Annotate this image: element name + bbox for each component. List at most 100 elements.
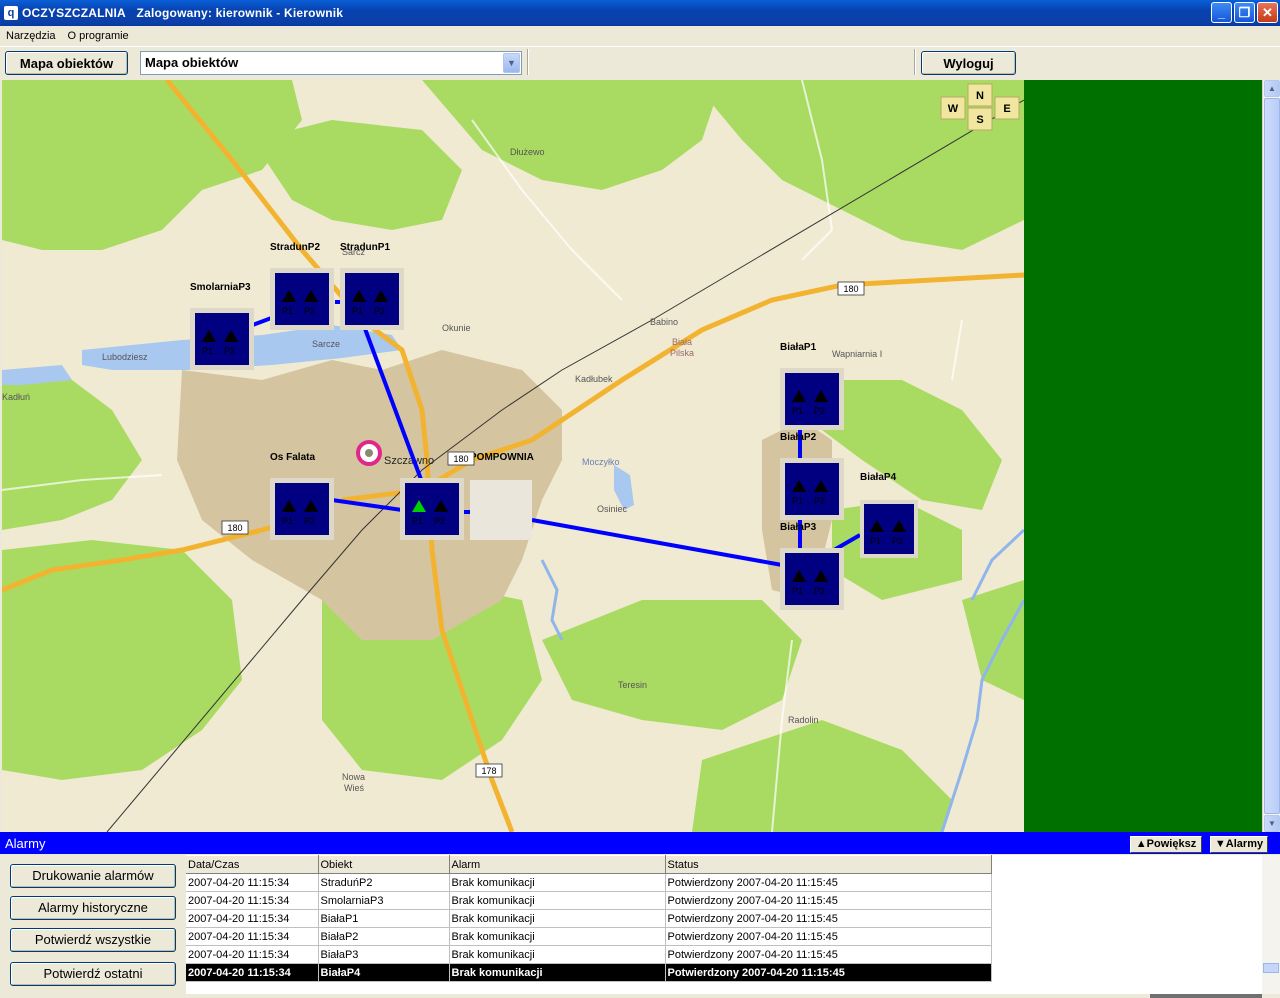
- place-label: Kadłuń: [2, 392, 30, 402]
- bottom-edge: [0, 994, 1280, 998]
- logout-button[interactable]: Wyloguj: [921, 51, 1016, 75]
- pump-station-label: POMPOWNIA: [470, 452, 534, 463]
- map-objects-button[interactable]: Mapa obiektów: [5, 51, 128, 75]
- place-label: Wapniarnia I: [832, 349, 882, 359]
- cell-datetime: 2007-04-20 11:15:34: [186, 945, 319, 964]
- table-row[interactable]: 2007-04-20 11:15:34 BiałaP2 Brak komunik…: [186, 927, 992, 946]
- station-label: SmolarniaP3: [190, 282, 251, 293]
- table-row[interactable]: 2007-04-20 11:15:34 StraduńP2 Brak komun…: [186, 873, 992, 892]
- pump-p2-label: P2: [434, 516, 445, 526]
- confirm-all-button[interactable]: Potwierdź wszystkie: [10, 928, 176, 952]
- compass-east-label: E: [1003, 103, 1010, 115]
- pump-p2-label: P2: [892, 536, 903, 546]
- alarm-table[interactable]: Data/Czas Obiekt Alarm Status 2007-04-20…: [186, 855, 1262, 995]
- pump-p1-label: P1: [792, 406, 803, 416]
- place-label: Kadłubek: [575, 374, 613, 384]
- cell-status: Potwierdzony 2007-04-20 11:15:45: [665, 963, 992, 982]
- pompownia-placeholder[interactable]: [470, 480, 532, 540]
- alarm-actions: Drukowanie alarmów Alarmy historyczne Po…: [0, 854, 186, 998]
- alarm-header: Alarmy ▲Powiększ ▼Alarmy: [0, 832, 1280, 854]
- pump-p2-label: P2: [814, 586, 825, 596]
- table-row-selected[interactable]: 2007-04-20 11:15:34 BiałaP4 Brak komunik…: [186, 963, 992, 982]
- cell-datetime: 2007-04-20 11:15:34: [186, 927, 319, 946]
- restore-button[interactable]: ❐: [1234, 2, 1255, 23]
- compass-south-label: S: [976, 114, 983, 126]
- column-header[interactable]: Data/Czas: [186, 855, 319, 874]
- scrollbar-thumb[interactable]: [1263, 963, 1279, 973]
- table-header: Data/Czas Obiekt Alarm Status: [186, 855, 992, 874]
- place-label: Moczyłko: [582, 457, 620, 467]
- cell-alarm: Brak komunikacji: [449, 909, 666, 928]
- menu-about[interactable]: O programie: [62, 30, 135, 42]
- close-button[interactable]: ✕: [1257, 2, 1278, 23]
- app-name: OCZYSZCZALNIA: [22, 6, 126, 20]
- historical-alarms-button[interactable]: Alarmy historyczne: [10, 896, 176, 920]
- station-label: Os Falata: [270, 452, 315, 463]
- station-szczawno[interactable]: P1 P2: [400, 478, 464, 540]
- station-label: BiałaP1: [780, 342, 817, 353]
- place-label: Szczawno: [384, 455, 434, 467]
- place-label: Pilska: [670, 348, 694, 358]
- cell-alarm: Brak komunikacji: [449, 873, 666, 892]
- scroll-up-icon[interactable]: ▲: [1264, 80, 1280, 97]
- scrollbar-thumb[interactable]: [1264, 98, 1280, 814]
- scroll-down-icon[interactable]: ▼: [1264, 815, 1280, 832]
- horizontal-scrollbar[interactable]: [1150, 994, 1262, 998]
- station-label: StradunP1: [340, 242, 390, 253]
- pump-p2-label: P2: [304, 306, 315, 316]
- place-label: Dłużewo: [510, 147, 545, 157]
- alarms-toggle-button[interactable]: ▼Alarmy: [1210, 836, 1268, 853]
- view-select[interactable]: Mapa obiektów ▼: [140, 51, 522, 75]
- minimize-button[interactable]: _: [1211, 2, 1232, 23]
- place-label: Okunie: [442, 323, 471, 333]
- cell-object: SmolarniaP3: [318, 891, 450, 910]
- cell-object: BiałaP1: [318, 909, 450, 928]
- table-row[interactable]: 2007-04-20 11:15:34 BiałaP1 Brak komunik…: [186, 909, 992, 928]
- place-label: Babino: [650, 317, 678, 327]
- table-row[interactable]: 2007-04-20 11:15:34 BiałaP3 Brak komunik…: [186, 945, 992, 964]
- place-label: Lubodziesz: [102, 352, 148, 362]
- place-label: Wieś: [344, 783, 364, 793]
- station-label: BiałaP4: [860, 472, 897, 483]
- place-label: Radolin: [788, 715, 819, 725]
- zoom-button[interactable]: ▲Powiększ: [1130, 836, 1202, 853]
- table-row[interactable]: 2007-04-20 11:15:34 SmolarniaP3 Brak kom…: [186, 891, 992, 910]
- app-icon: q: [4, 6, 18, 20]
- column-header[interactable]: Status: [665, 855, 992, 874]
- pump-p2-label: P2: [374, 306, 385, 316]
- print-alarms-button[interactable]: Drukowanie alarmów: [10, 864, 176, 888]
- cell-alarm: Brak komunikacji: [449, 927, 666, 946]
- place-label: Osiniec: [597, 504, 628, 514]
- confirm-last-button[interactable]: Potwierdź ostatni: [10, 962, 176, 986]
- road-shield: 178: [481, 766, 496, 776]
- cell-status: Potwierdzony 2007-04-20 11:15:45: [665, 927, 992, 946]
- menu-tools[interactable]: Narzędzia: [0, 30, 62, 42]
- map-canvas[interactable]: Dłużewo Sarcz Okunie Sarcze Lubodziesz B…: [2, 80, 1024, 832]
- column-header[interactable]: Alarm: [449, 855, 666, 874]
- chevron-down-icon[interactable]: ▼: [503, 53, 520, 73]
- pump-p1-label: P1: [792, 496, 803, 506]
- pump-p2-label: P2: [814, 496, 825, 506]
- cell-alarm: Brak komunikacji: [449, 945, 666, 964]
- map-view[interactable]: Dłużewo Sarcz Okunie Sarcze Lubodziesz B…: [2, 80, 1024, 832]
- pump-p1-label: P1: [412, 516, 423, 526]
- road-shield: 180: [227, 523, 242, 533]
- cell-datetime: 2007-04-20 11:15:34: [186, 873, 319, 892]
- cell-alarm: Brak komunikacji: [449, 963, 666, 982]
- map-scrollbar[interactable]: ▲ ▼: [1262, 80, 1280, 832]
- cell-object: StraduńP2: [318, 873, 450, 892]
- toolbar-separator: [527, 49, 529, 75]
- station-label: StradunP2: [270, 242, 320, 253]
- column-header[interactable]: Obiekt: [318, 855, 450, 874]
- pump-p2-label: P2: [304, 516, 315, 526]
- status-panel: [1024, 80, 1262, 832]
- title-bar: q OCZYSZCZALNIA Zalogowany: kierownik - …: [0, 0, 1280, 26]
- cell-object: BiałaP3: [318, 945, 450, 964]
- road-shield: 180: [843, 284, 858, 294]
- pump-p2-label: P2: [814, 406, 825, 416]
- user-info: Zalogowany: kierownik - Kierownik: [136, 6, 344, 20]
- place-label: Nowa: [342, 772, 365, 782]
- window-title: OCZYSZCZALNIA Zalogowany: kierownik - Ki…: [22, 6, 343, 20]
- cell-alarm: Brak komunikacji: [449, 891, 666, 910]
- alarm-scrollbar[interactable]: [1262, 855, 1280, 998]
